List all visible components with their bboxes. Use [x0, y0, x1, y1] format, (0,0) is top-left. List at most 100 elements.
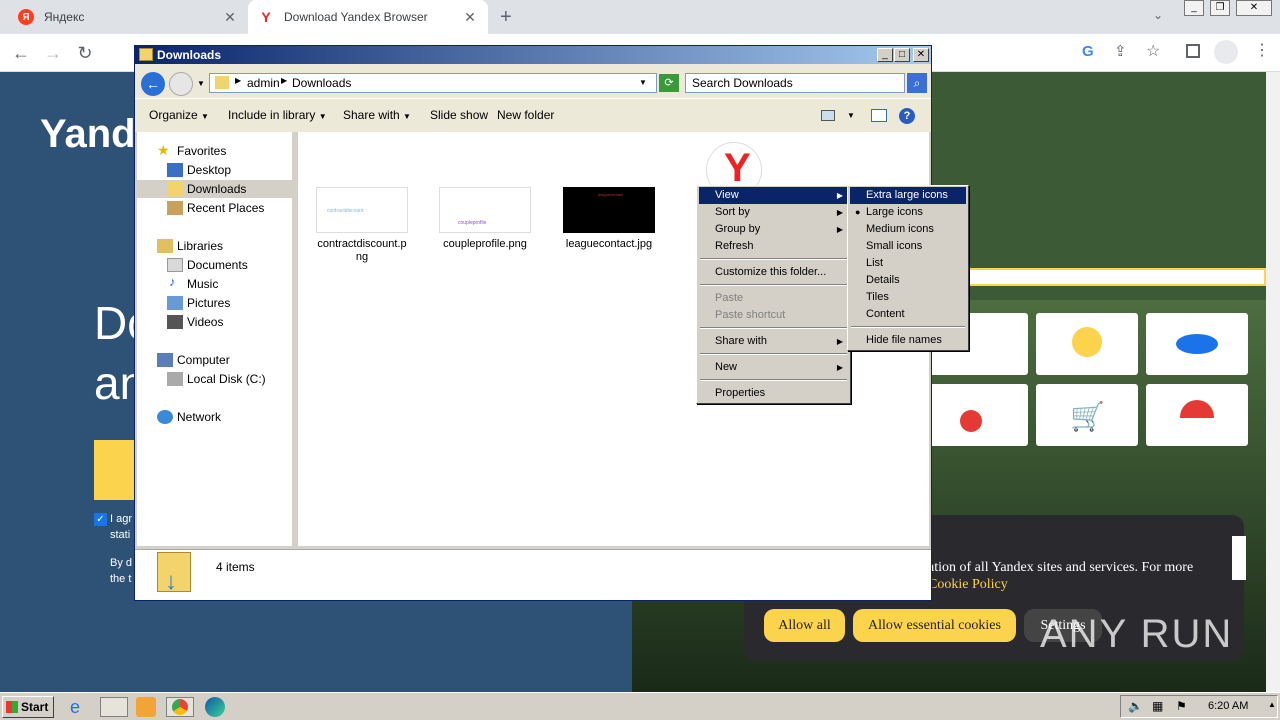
refresh-icon[interactable]: ⟳	[659, 74, 679, 92]
menu-item-customize[interactable]: Customize this folder...	[699, 264, 848, 281]
restore-icon[interactable]: ❐	[1210, 0, 1230, 16]
menu-item-view[interactable]: View ▶	[699, 187, 848, 204]
nav-computer[interactable]: Computer	[177, 353, 230, 367]
agree-checkbox[interactable]: ✓	[94, 513, 107, 526]
back-icon[interactable]: ←	[10, 42, 32, 64]
menu-item-properties[interactable]: Properties	[699, 385, 848, 402]
maximize-icon[interactable]: □	[894, 48, 910, 62]
forward-icon[interactable]: →	[42, 42, 64, 64]
bookmark-star-icon[interactable]: ☆	[1146, 41, 1160, 61]
nav-desktop[interactable]: Desktop	[187, 163, 231, 177]
nav-local-disk[interactable]: Local Disk (C:)	[187, 372, 266, 386]
tab-close-icon[interactable]: ✕	[222, 9, 238, 26]
menu-item-sort-by[interactable]: Sort by ▶	[699, 204, 848, 221]
submenu-arrow-icon: ▶	[836, 208, 843, 217]
view-large-icons[interactable]: ● Large icons	[850, 204, 966, 221]
volume-icon[interactable]: 🔈	[1128, 699, 1143, 713]
menu-item-paste-shortcut[interactable]: Paste shortcut	[699, 307, 848, 324]
clock[interactable]: 6:20 AM	[1208, 700, 1248, 712]
close-icon[interactable]: ✕	[913, 48, 929, 62]
share-icon[interactable]: ⇪	[1114, 42, 1127, 60]
share-with-button[interactable]: Share with ▼	[343, 108, 411, 122]
view-details[interactable]: Details	[850, 272, 966, 289]
slide-show-button[interactable]: Slide show	[430, 108, 488, 122]
file-thumbnail[interactable]: leaguecontact	[563, 187, 655, 233]
search-bar[interactable]	[926, 268, 1266, 286]
google-icon[interactable]: G	[1082, 43, 1094, 60]
nav-music[interactable]: Music	[187, 277, 218, 291]
new-folder-button[interactable]: New folder	[497, 108, 554, 122]
tray-expand-icon[interactable]: ▲	[1268, 700, 1276, 709]
allow-essential-button[interactable]: Allow essential cookies	[853, 609, 1016, 642]
nav-downloads[interactable]: Downloads	[187, 182, 246, 196]
side-panel-icon[interactable]	[1186, 44, 1200, 58]
search-input[interactable]: Search Downloads	[685, 73, 905, 93]
menu-item-new[interactable]: New ▶	[699, 359, 848, 376]
chrome-taskbar-icon[interactable]	[166, 697, 194, 717]
tab-close-icon[interactable]: ✕	[462, 9, 478, 26]
explorer-title-bar[interactable]: Downloads	[135, 46, 931, 64]
minimize-icon[interactable]: _	[877, 48, 893, 62]
help-icon[interactable]: ?	[899, 108, 915, 124]
file-thumbnail[interactable]: coupleprofile	[439, 187, 531, 233]
new-tab-icon[interactable]: +	[500, 6, 512, 29]
back-icon[interactable]: ←	[141, 72, 165, 96]
menu-item-share-with[interactable]: Share with ▶	[699, 333, 848, 350]
include-library-button[interactable]: Include in library ▼	[228, 108, 327, 122]
history-dropdown-icon[interactable]: ▼	[197, 79, 205, 88]
view-content[interactable]: Content	[850, 306, 966, 323]
network-tray-icon[interactable]: ▦	[1152, 699, 1163, 713]
nav-videos[interactable]: Videos	[187, 315, 223, 329]
nav-favorites[interactable]: Favorites	[177, 144, 226, 158]
nav-libraries[interactable]: Libraries	[177, 239, 223, 253]
view-hide-file-names[interactable]: Hide file names	[850, 332, 966, 349]
forward-icon[interactable]	[169, 72, 193, 96]
allow-all-button[interactable]: Allow all	[764, 609, 845, 642]
file-name[interactable]: contractdiscount.p ng	[312, 238, 412, 264]
cookie-close-edge[interactable]	[1232, 536, 1246, 580]
reload-icon[interactable]: ↻	[74, 42, 96, 64]
organize-button[interactable]: Organize ▼	[149, 108, 209, 122]
nav-pictures[interactable]: Pictures	[187, 296, 230, 310]
address-dropdown-icon[interactable]: ▼	[639, 78, 647, 87]
nav-recent-places[interactable]: Recent Places	[187, 201, 264, 215]
preview-pane-icon[interactable]	[871, 109, 887, 122]
file-name[interactable]: leaguecontact.jpg	[559, 238, 659, 251]
search-icon[interactable]: ⌕	[907, 73, 927, 93]
view-tiles[interactable]: Tiles	[850, 289, 966, 306]
page-scrollbar[interactable]	[1266, 72, 1280, 692]
view-dropdown-icon[interactable]: ▼	[847, 111, 855, 120]
menu-item-refresh[interactable]: Refresh	[699, 238, 848, 255]
download-button[interactable]	[94, 440, 134, 500]
explorer-taskbar-icon[interactable]	[100, 697, 128, 717]
tab-search-chevron-icon[interactable]: ⌄	[1153, 8, 1163, 22]
minimize-icon[interactable]: _	[1184, 0, 1204, 16]
breadcrumb-admin[interactable]: admin	[247, 76, 280, 90]
tab-download-yandex-browser[interactable]: Y Download Yandex Browser ✕	[248, 0, 488, 34]
media-player-icon[interactable]	[136, 697, 156, 717]
profile-avatar-icon[interactable]	[1214, 40, 1238, 64]
view-list[interactable]: List	[850, 255, 966, 272]
breadcrumb-downloads[interactable]: Downloads	[292, 76, 351, 90]
view-extra-large-icons[interactable]: Extra large icons	[850, 187, 966, 204]
menu-dots-icon[interactable]: ⋮	[1254, 40, 1270, 60]
menu-item-paste[interactable]: Paste	[699, 290, 848, 307]
menu-label: Group by	[715, 223, 761, 235]
close-window-icon[interactable]: ✕	[1236, 0, 1272, 16]
view-mode-icon[interactable]	[821, 110, 835, 121]
file-thumbnail[interactable]: contractdiscount	[316, 187, 408, 233]
edge-icon[interactable]	[205, 697, 225, 717]
tab-yandex[interactable]: Я Яндекс ✕	[8, 0, 248, 34]
menu-item-group-by[interactable]: Group by ▶	[699, 221, 848, 238]
cookie-policy-link[interactable]: Cookie Policy	[928, 577, 1008, 593]
nav-network[interactable]: Network	[177, 410, 221, 424]
breadcrumb-arrow-icon[interactable]: ▶	[281, 76, 287, 85]
file-name[interactable]: coupleprofile.png	[435, 238, 535, 251]
ie-icon[interactable]: e	[70, 697, 90, 717]
nav-documents[interactable]: Documents	[187, 258, 248, 272]
start-button[interactable]: Start	[2, 696, 54, 718]
flag-icon[interactable]: ⚑	[1176, 699, 1187, 713]
view-medium-icons[interactable]: Medium icons	[850, 221, 966, 238]
view-small-icons[interactable]: Small icons	[850, 238, 966, 255]
breadcrumb-arrow-icon[interactable]: ▶	[235, 76, 241, 85]
